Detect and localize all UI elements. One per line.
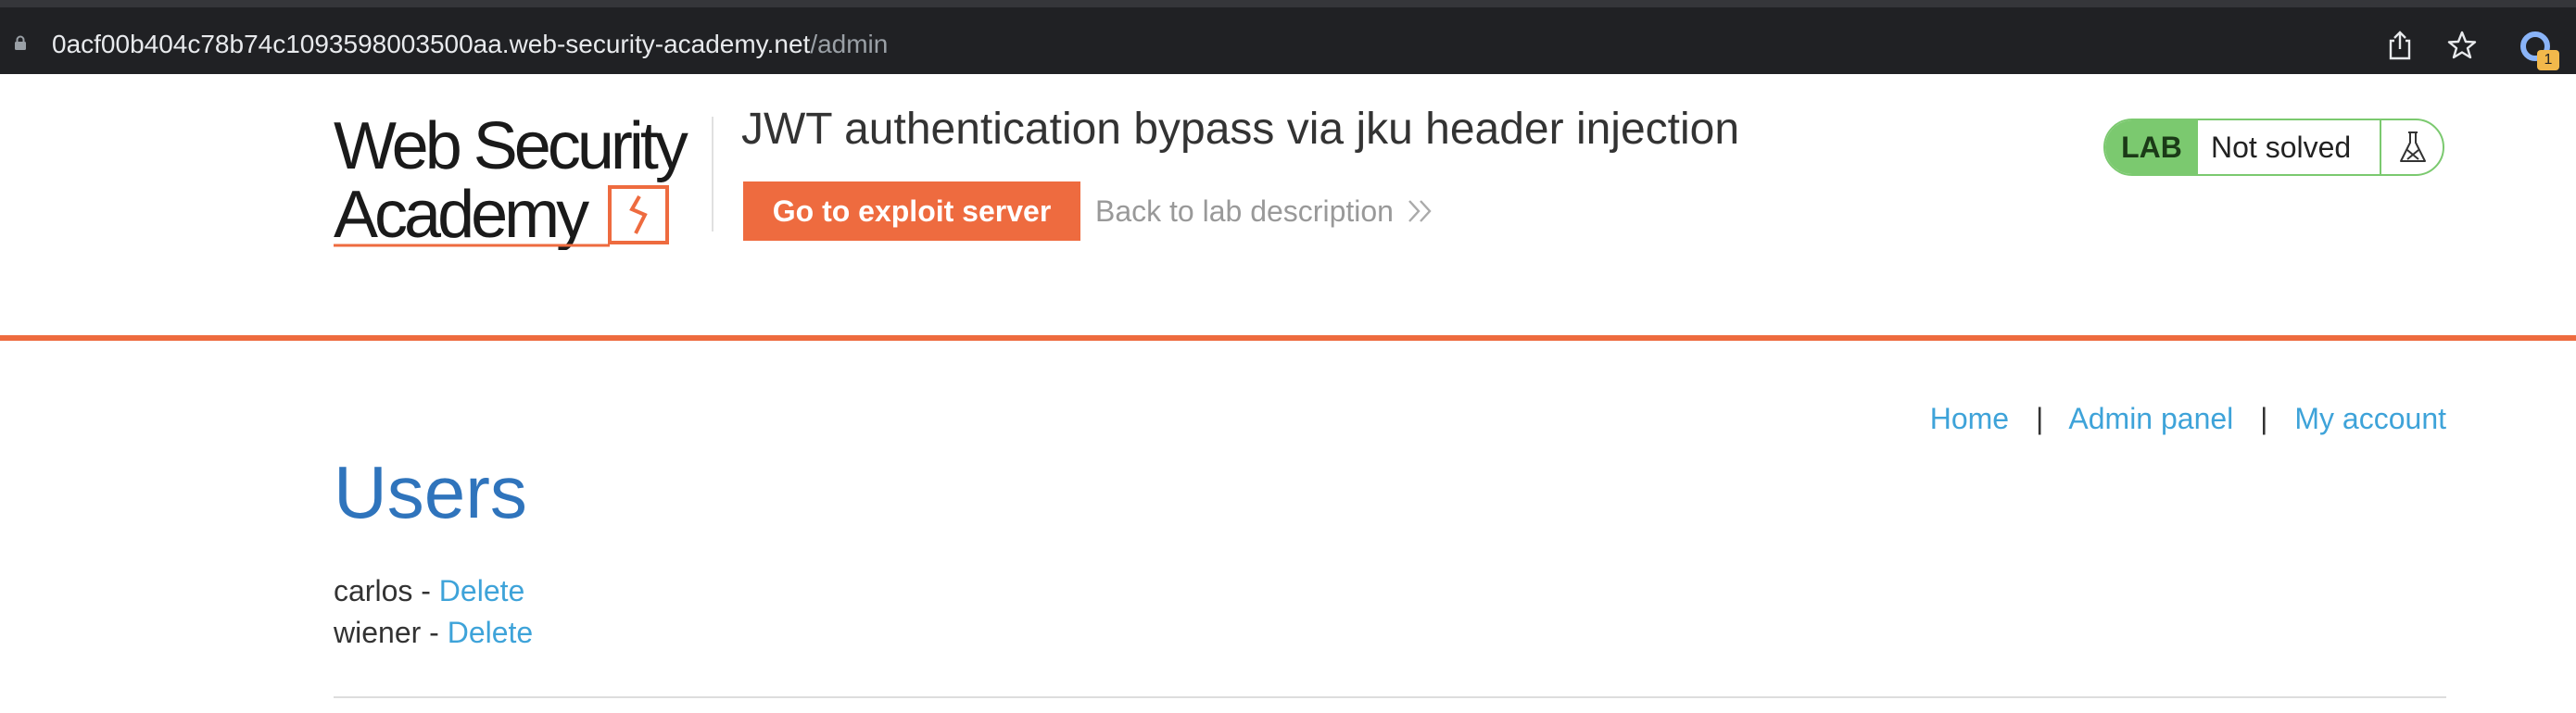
nav-my-account-link[interactable]: My account	[2294, 402, 2446, 435]
url-host: 0acf00b404c78b74c1093598003500aa.web-sec…	[52, 30, 811, 58]
svg-text:Academy: Academy	[334, 178, 589, 250]
user-separator: -	[412, 574, 439, 607]
flask-icon	[2400, 131, 2426, 162]
back-to-lab-description-link[interactable]: Back to lab description	[1095, 189, 1394, 233]
lab-badge: LAB	[2105, 120, 2198, 174]
username: wiener	[334, 616, 422, 649]
top-navigation: Home | Admin panel | My account	[1930, 396, 2446, 441]
content-divider	[334, 696, 2446, 698]
bookmark-star-icon[interactable]	[2446, 30, 2478, 61]
url-path: /admin	[810, 30, 889, 58]
delete-carlos-link[interactable]: Delete	[439, 574, 525, 607]
logo-divider	[712, 117, 713, 231]
user-row-carlos: carlos - Delete	[334, 570, 533, 612]
share-icon[interactable]	[2386, 30, 2414, 61]
nav-separator: |	[2260, 402, 2268, 435]
browser-address-bar: 0acf00b404c78b74c1093598003500aa.web-sec…	[0, 0, 2576, 74]
svg-text:Web Security: Web Security	[334, 111, 688, 183]
nav-separator: |	[2035, 402, 2044, 435]
lab-title: JWT authentication bypass via jku header…	[741, 105, 1740, 154]
go-to-exploit-server-button[interactable]: Go to exploit server	[743, 181, 1080, 241]
lab-status-widget: LAB Not solved	[2103, 119, 2444, 176]
extension-badge: 1	[2537, 50, 2559, 70]
username: carlos	[334, 574, 413, 607]
user-separator: -	[421, 616, 448, 649]
user-row-wiener: wiener - Delete	[334, 612, 533, 654]
nav-admin-panel-link[interactable]: Admin panel	[2068, 402, 2233, 435]
nav-home-link[interactable]: Home	[1930, 402, 2009, 435]
lab-status-text: Not solved	[2211, 131, 2352, 164]
delete-wiener-link[interactable]: Delete	[448, 616, 534, 649]
url-field[interactable]: 0acf00b404c78b74c1093598003500aa.web-sec…	[52, 26, 888, 63]
user-list: carlos - Delete wiener - Delete	[334, 570, 533, 654]
page-title: Users	[334, 451, 527, 533]
double-chevron-right-icon	[1408, 200, 1432, 222]
lab-status-divider	[2380, 120, 2381, 174]
web-security-academy-logo[interactable]: Web Security Academy	[334, 111, 704, 250]
lock-icon	[15, 35, 26, 50]
